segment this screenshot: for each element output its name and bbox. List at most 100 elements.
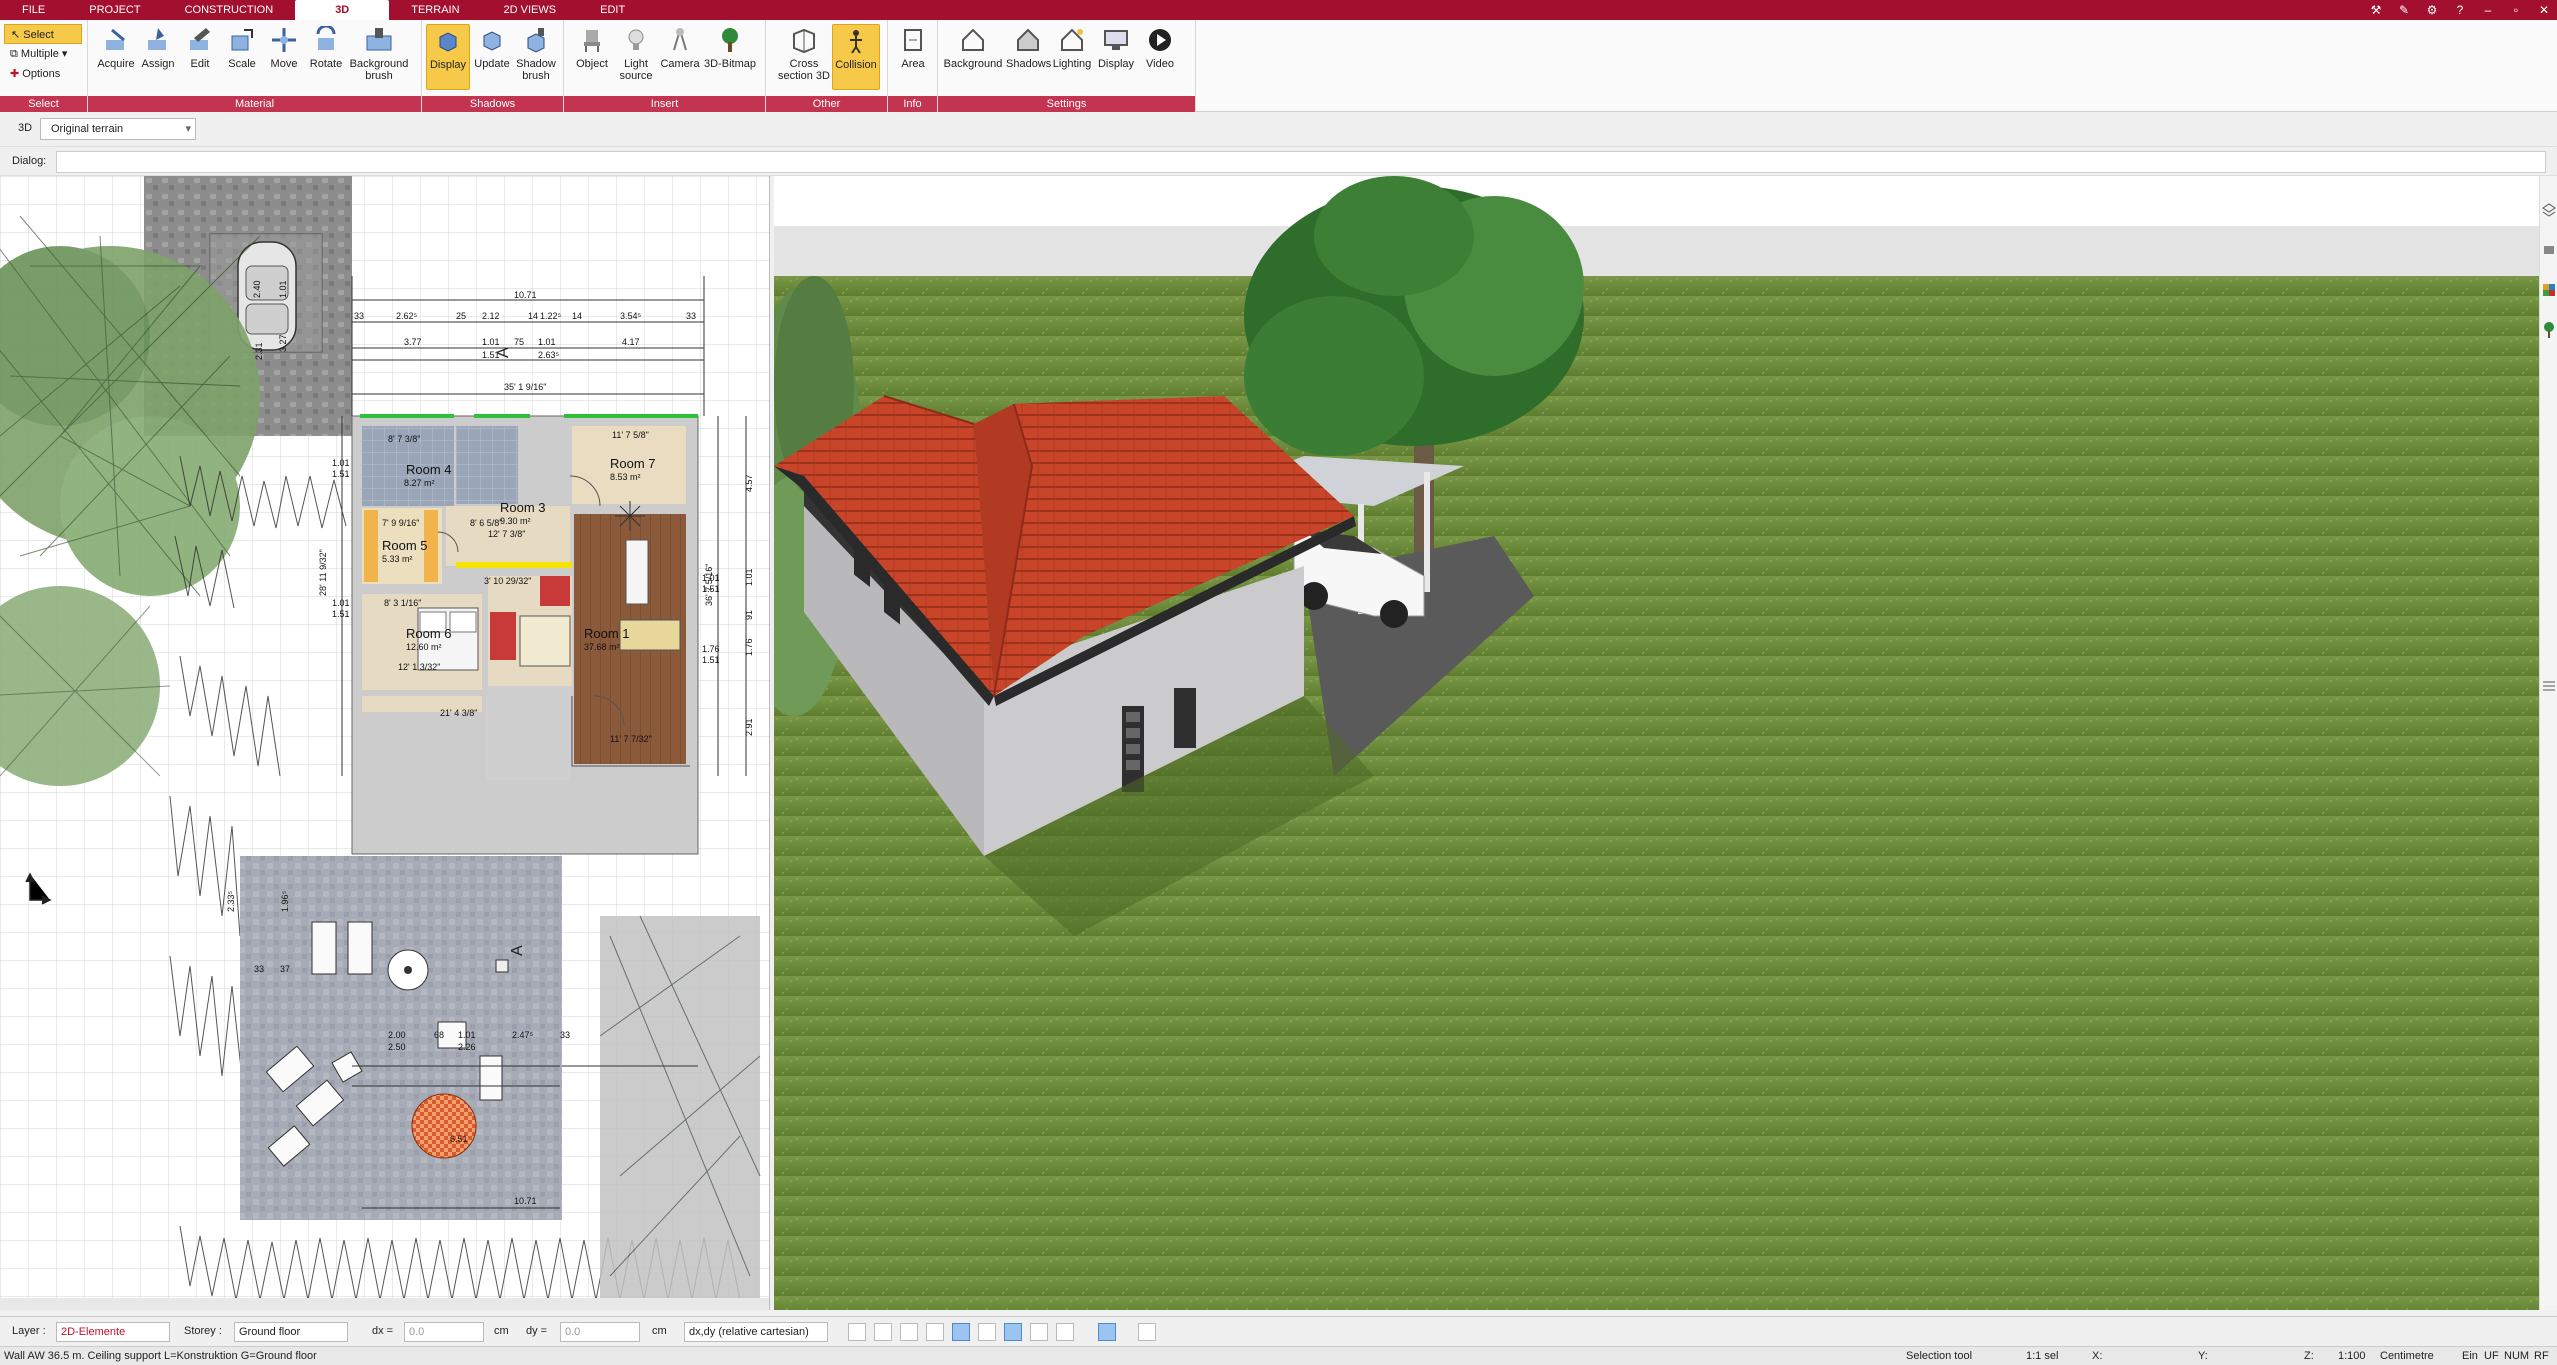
display-settings-button[interactable]: Display: [1094, 24, 1138, 90]
layers-icon[interactable]: [2541, 200, 2557, 220]
acquire-button[interactable]: Acquire: [94, 24, 138, 90]
status-tool: Selection tool: [1906, 1350, 1973, 1362]
move-button[interactable]: Move: [262, 24, 306, 90]
status-z: Z:: [2304, 1350, 2314, 1362]
collision-button[interactable]: Collision: [832, 24, 880, 90]
cube-update-icon: [483, 31, 501, 51]
camera-button[interactable]: Camera: [658, 24, 702, 90]
background-settings-button[interactable]: Background: [942, 24, 1004, 90]
svg-text:2.26: 2.26: [458, 1042, 476, 1052]
dy-unit: cm: [652, 1325, 667, 1337]
furniture-icon[interactable]: [2541, 240, 2557, 260]
object-button[interactable]: Object: [570, 24, 614, 90]
3d-view[interactable]: [774, 176, 2539, 1310]
shadows-settings-button[interactable]: Shadows: [1006, 24, 1051, 90]
snap-edge-icon[interactable]: [926, 1323, 944, 1341]
magic-icon[interactable]: ✎: [2397, 3, 2411, 17]
edit-material-button[interactable]: Edit: [178, 24, 222, 90]
tab-edit[interactable]: EDIT: [578, 0, 647, 20]
window-controls: ⚒ ✎ ⚙ ? – ▫ ✕: [2369, 0, 2551, 20]
cross-section-button[interactable]: Cross section 3D: [778, 24, 830, 90]
north-icon[interactable]: [1098, 1323, 1116, 1341]
status-y: Y:: [2198, 1350, 2208, 1362]
room-3-area: 9.30 m²: [500, 516, 531, 526]
play-icon: [1149, 29, 1171, 51]
panel-toggle-icon[interactable]: [2541, 676, 2557, 696]
maximize-icon[interactable]: ▫: [2509, 3, 2523, 17]
plan-horizontal-scrollbar[interactable]: [0, 1298, 769, 1310]
gravel-bed-right: [599, 915, 761, 1306]
shadow-brush-icon: [527, 28, 545, 53]
shadow-display-button[interactable]: Display: [426, 24, 470, 90]
svg-text:12' 7 3/8": 12' 7 3/8": [488, 529, 525, 539]
storey-select[interactable]: Ground floor: [234, 1322, 348, 1342]
room-7-area: 8.53 m²: [610, 472, 641, 482]
snap-parallel-icon[interactable]: [1030, 1323, 1048, 1341]
snap-angle-icon[interactable]: [978, 1323, 996, 1341]
close-icon[interactable]: ✕: [2537, 3, 2551, 17]
insert-group-label: Insert: [564, 96, 765, 112]
tab-construction[interactable]: CONSTRUCTION: [163, 0, 296, 20]
scale-button[interactable]: Scale: [220, 24, 264, 90]
svg-text:2.62⁵: 2.62⁵: [396, 311, 418, 321]
dy-input[interactable]: 0.0: [560, 1322, 640, 1342]
material-palette-icon[interactable]: [2541, 280, 2557, 300]
dialog-input[interactable]: [56, 151, 2546, 173]
tab-3d[interactable]: 3D: [295, 0, 390, 20]
3d-bitmap-button[interactable]: 3D-Bitmap: [702, 24, 758, 90]
svg-text:4.57: 4.57: [744, 474, 754, 492]
shadow-brush-button[interactable]: Shadow brush: [514, 24, 558, 90]
input-bar: Layer : 2D-Elemente Storey : Ground floo…: [0, 1316, 2557, 1346]
grid-icon[interactable]: [1056, 1323, 1074, 1341]
snap-line-icon[interactable]: [952, 1323, 970, 1341]
plant-icon[interactable]: [2541, 320, 2557, 340]
area-button[interactable]: Area: [891, 24, 935, 90]
tab-terrain[interactable]: TERRAIN: [389, 0, 481, 20]
status-scale: 1:100: [2338, 1350, 2366, 1362]
svg-text:28' 11 9/32": 28' 11 9/32": [318, 549, 328, 596]
layer-select[interactable]: 2D-Elemente: [56, 1322, 170, 1342]
tab-project[interactable]: PROJECT: [67, 0, 162, 20]
room-6-area: 12.60 m²: [406, 642, 442, 652]
dx-input[interactable]: 0.0: [404, 1322, 484, 1342]
svg-text:1.76: 1.76: [702, 644, 720, 654]
more-options-icon[interactable]: [1138, 1323, 1156, 1341]
assign-button[interactable]: Assign: [136, 24, 180, 90]
tab-file[interactable]: FILE: [0, 0, 67, 20]
pencil-icon: [190, 28, 210, 50]
lighting-settings-button[interactable]: Lighting: [1050, 24, 1094, 90]
options-button[interactable]: ✚ Options: [4, 64, 82, 84]
multiple-button[interactable]: ⧉ Multiple ▾: [4, 44, 82, 64]
dx-label: dx =: [372, 1325, 394, 1337]
rotate-button[interactable]: Rotate: [304, 24, 348, 90]
shadow-update-button[interactable]: Update: [470, 24, 514, 90]
svg-text:33: 33: [354, 311, 364, 321]
house-light-icon: [1061, 28, 1083, 51]
video-button[interactable]: Video: [1138, 24, 1182, 90]
snap-point-icon[interactable]: [900, 1323, 918, 1341]
help-icon[interactable]: ?: [2453, 3, 2467, 17]
clock-icon[interactable]: [848, 1323, 866, 1341]
svg-text:3.27: 3.27: [278, 334, 288, 352]
terrain-select[interactable]: Original terrain: [40, 118, 196, 140]
eyedropper-icon: [106, 28, 125, 50]
status-message: Wall AW 36.5 m. Ceiling support L=Konstr…: [4, 1350, 317, 1362]
room-5-name: Room 5: [382, 538, 428, 553]
scale-icon: [231, 29, 253, 51]
snap-icon[interactable]: [874, 1323, 892, 1341]
coordinate-mode-select[interactable]: dx,dy (relative cartesian): [684, 1322, 828, 1342]
floor-plan-view[interactable]: 10.71 33 2.62⁵ 25 2.12 14 1.22⁵ 14 3.54⁵…: [0, 176, 770, 1310]
minimize-icon[interactable]: –: [2481, 3, 2495, 17]
dialog-label: Dialog:: [12, 155, 47, 167]
tab-2d-views[interactable]: 2D VIEWS: [482, 0, 579, 20]
snap-ortho-icon[interactable]: [1004, 1323, 1022, 1341]
select-button[interactable]: ↖ Select: [4, 24, 82, 44]
background-brush-button[interactable]: Background brush: [346, 24, 412, 90]
svg-text:14: 14: [572, 311, 582, 321]
tools-icon[interactable]: ⚒: [2369, 3, 2383, 17]
settings-icon[interactable]: ⚙: [2425, 3, 2439, 17]
light-source-button[interactable]: Light source: [614, 24, 658, 90]
room-4-name: Room 4: [406, 462, 452, 477]
svg-text:1.01: 1.01: [458, 1030, 476, 1040]
svg-text:11' 7 7/32": 11' 7 7/32": [610, 734, 652, 744]
